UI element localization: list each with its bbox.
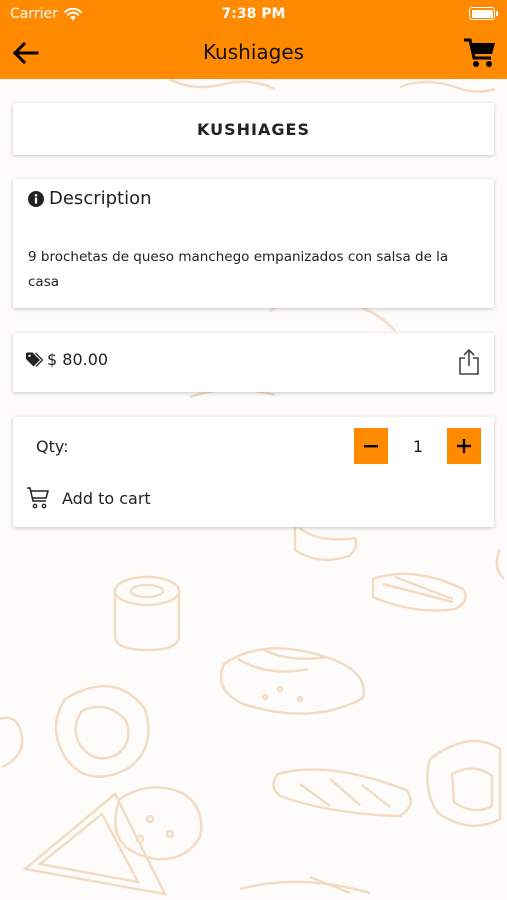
cart-outline-icon [27, 487, 49, 509]
increase-quantity-button[interactable] [447, 428, 481, 464]
back-button[interactable] [10, 38, 40, 68]
shopping-cart-icon [464, 38, 495, 67]
status-time: 7:38 PM [221, 6, 286, 22]
product-name-card: KUSHIAGES [13, 103, 494, 155]
qty-label: Qty: [36, 437, 69, 456]
arrow-left-icon [12, 41, 39, 65]
battery-icon [469, 7, 498, 20]
product-name: KUSHIAGES [197, 119, 310, 139]
nav-bar: Kushiages [0, 28, 507, 79]
description-heading: Description [49, 188, 152, 209]
info-icon [28, 190, 44, 207]
quantity-card: Qty: 1 Add to cart [13, 417, 494, 527]
plus-icon [457, 439, 471, 453]
minus-icon [364, 445, 378, 448]
description-header: Description [28, 188, 152, 209]
description-card: Description 9 brochetas de queso mancheg… [13, 179, 494, 308]
add-to-cart-label: Add to cart [62, 488, 151, 508]
decrease-quantity-button[interactable] [354, 428, 388, 464]
price-tag-icon [26, 352, 43, 367]
price-value: $ 80.00 [47, 350, 109, 369]
price-card: $ 80.00 [13, 333, 494, 392]
status-bar: Carrier 7:38 PM [0, 0, 507, 28]
header-bar: Carrier 7:38 PM Kushiages [0, 0, 507, 79]
description-text: 9 brochetas de queso manchego empanizado… [28, 249, 449, 290]
quantity-value: 1 [412, 437, 424, 456]
cart-button[interactable] [463, 36, 497, 70]
share-button[interactable] [457, 348, 481, 376]
price-row: $ 80.00 [26, 350, 108, 369]
page-title: Kushiages [202, 40, 305, 64]
share-icon [459, 348, 479, 375]
add-to-cart-button[interactable]: Add to cart [26, 486, 151, 510]
